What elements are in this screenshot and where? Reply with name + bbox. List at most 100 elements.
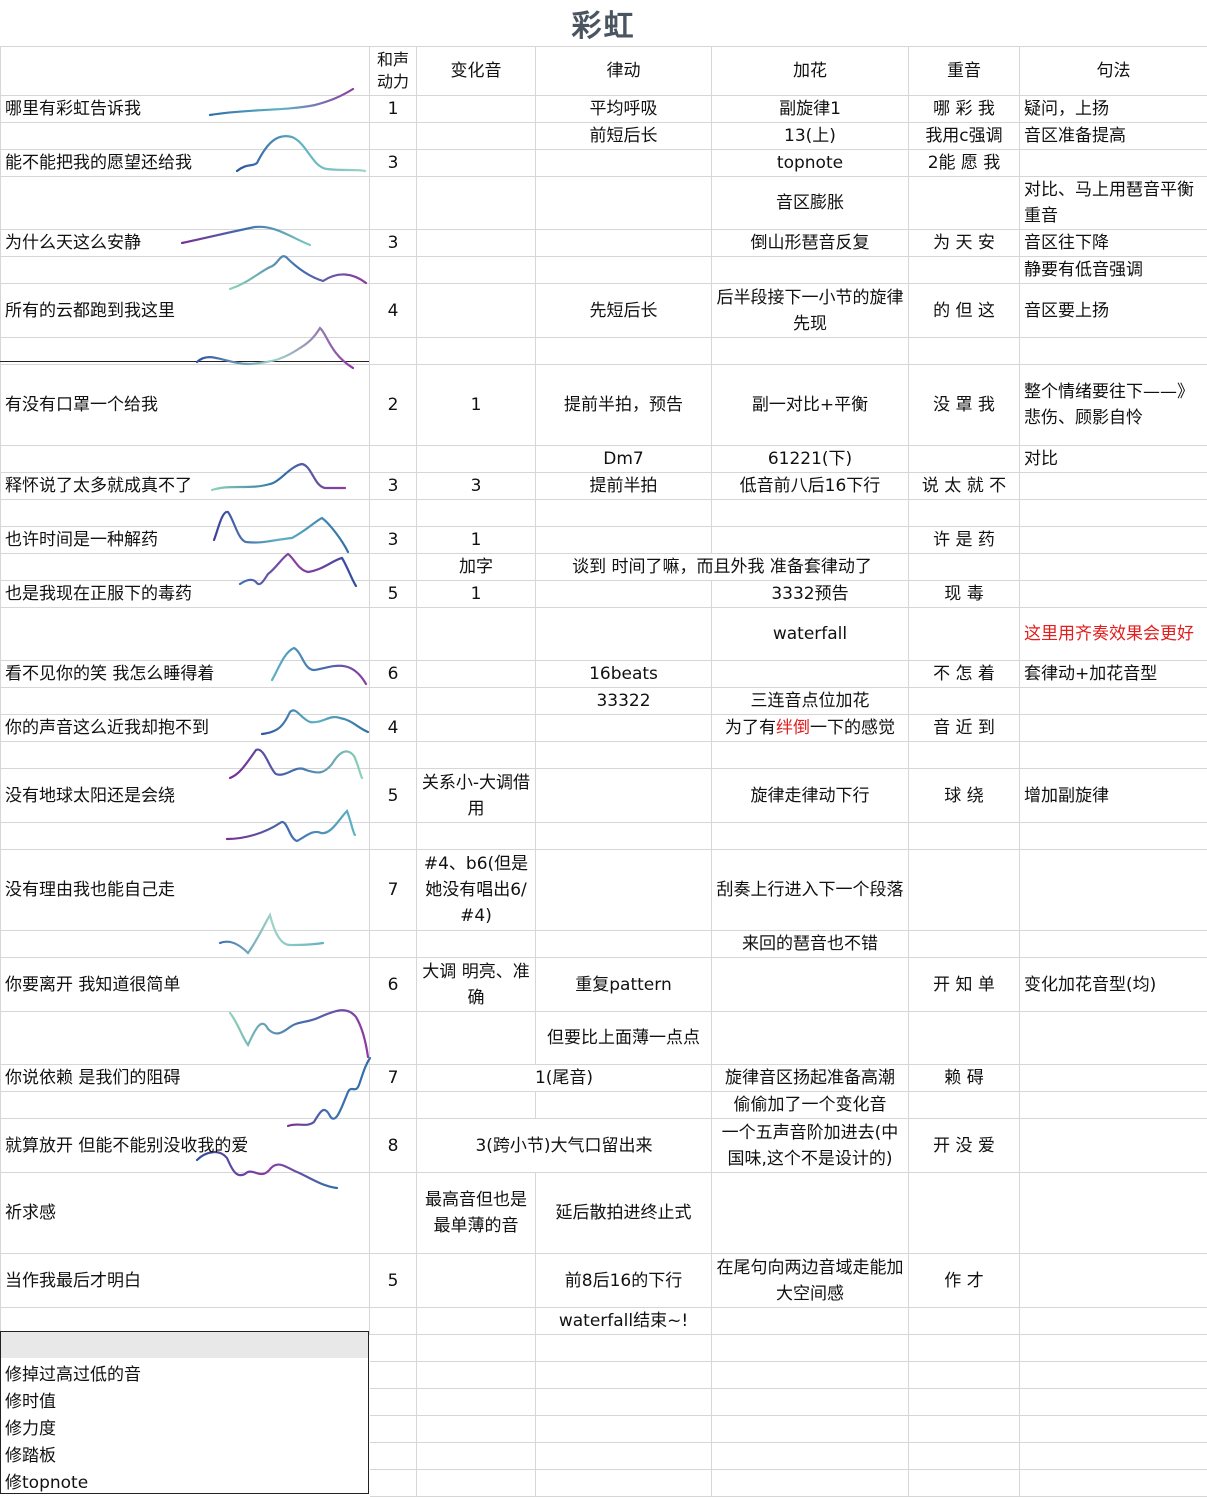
harmony-drive-cell	[370, 608, 417, 661]
accent-cell: 开 知 单	[909, 958, 1020, 1012]
rhythm-cell	[536, 608, 712, 661]
lyric-cell	[1, 742, 370, 769]
harmony-drive-cell: 3	[370, 527, 417, 554]
accent-cell: 作 才	[909, 1254, 1020, 1308]
chromatic-cell	[417, 96, 536, 123]
chromatic-cell	[417, 257, 536, 284]
lyric-text: 当作我最后才明白	[5, 1271, 141, 1291]
phrasing-cell	[1020, 150, 1207, 177]
harmony-drive-cell	[370, 1012, 417, 1065]
lyric-cell: 释怀说了太多就成真不了	[1, 473, 370, 500]
fill-cell: topnote	[712, 150, 909, 177]
harmony-drive-cell	[370, 931, 417, 958]
accent-cell: 说 太 就 不	[909, 473, 1020, 500]
accent-cell: 许 是 药	[909, 527, 1020, 554]
empty-cell	[536, 1443, 712, 1470]
rhythm-cell	[536, 150, 712, 177]
fill-cell: 为了有绊倒一下的感觉	[712, 715, 909, 742]
header-lyric	[1, 47, 370, 96]
lyric-cell	[1, 257, 370, 284]
phrasing-cell	[1020, 823, 1207, 850]
phrasing-cell: 静要有低音强调	[1020, 257, 1207, 284]
lyric-text: 没有理由我也能自己走	[5, 880, 175, 900]
harmony-drive-cell: 7	[370, 1065, 417, 1092]
phrasing-cell: 音区准备提高	[1020, 123, 1207, 150]
table-row: 为什么天这么安静3倒山形琶音反复为 天 安音区往下降	[1, 230, 1207, 257]
phrasing-cell	[1020, 338, 1207, 365]
empty-cell	[536, 1389, 712, 1416]
empty-cell	[1020, 1443, 1207, 1470]
empty-cell	[712, 1416, 909, 1443]
lyric-cell: 有没有口罩一个给我	[1, 365, 370, 446]
rhythm-cell: 先短后长	[536, 284, 712, 338]
lyric-cell: 也是我现在正服下的毒药	[1, 581, 370, 608]
phrasing-cell: 这里用齐奏效果会更好	[1020, 608, 1207, 661]
fill-cell: 13(上)	[712, 123, 909, 150]
table-row: 但要比上面薄一点点	[1, 1012, 1207, 1065]
lyric-cell: 没有理由我也能自己走	[1, 850, 370, 931]
table-row: 也是我现在正服下的毒药513332预告现 毒	[1, 581, 1207, 608]
chromatic-cell: #4、b6(但是她没有唱出6/#4)	[417, 850, 536, 931]
table-row: 所有的云都跑到我这里4先短后长后半段接下一小节的旋律先现的 但 这音区要上扬	[1, 284, 1207, 338]
lyric-text: 释怀说了太多就成真不了	[5, 476, 192, 496]
chromatic-cell	[417, 688, 536, 715]
rhythm-cell	[536, 769, 712, 823]
rhythm-cell	[536, 742, 712, 769]
rhythm-cell	[536, 257, 712, 284]
merged-rhythm-fill-cell: 谈到 时间了嘛，而且外我 准备套律动了	[536, 554, 909, 581]
accent-cell: 为 天 安	[909, 230, 1020, 257]
lyric-text: 没有地球太阳还是会绕	[5, 786, 175, 806]
harmony-drive-cell	[370, 1092, 417, 1119]
harmony-drive-cell	[370, 446, 417, 473]
empty-cell	[1020, 1470, 1207, 1497]
fill-cell: 后半段接下一小节的旋律先现	[712, 284, 909, 338]
lyric-cell	[1, 1092, 370, 1119]
table-row: 哪里有彩虹告诉我1平均呼吸副旋律1哪 彩 我疑问，上扬	[1, 96, 1207, 123]
harmony-drive-cell: 3	[370, 473, 417, 500]
chromatic-cell: 加字	[417, 554, 536, 581]
accent-cell: 开 没 爱	[909, 1119, 1020, 1173]
empty-cell	[909, 1389, 1020, 1416]
chromatic-cell	[417, 1092, 536, 1119]
fill-cell: 来回的琶音也不错	[712, 931, 909, 958]
phrasing-cell	[1020, 1254, 1207, 1308]
empty-cell	[712, 1470, 909, 1497]
rhythm-cell: 提前半拍，预告	[536, 365, 712, 446]
empty-cell	[909, 1416, 1020, 1443]
lyric-text: 也许时间是一种解药	[5, 530, 158, 550]
header-rhythm: 律动	[536, 47, 712, 96]
phrasing-cell	[1020, 1012, 1207, 1065]
lyric-cell	[1, 823, 370, 850]
phrasing-cell	[1020, 473, 1207, 500]
harmony-drive-cell: 4	[370, 715, 417, 742]
lyric-text: 祈求感	[5, 1203, 56, 1223]
accent-cell	[909, 338, 1020, 365]
accent-cell: 的 但 这	[909, 284, 1020, 338]
lyric-cell: 所有的云都跑到我这里	[1, 284, 370, 338]
chromatic-cell	[417, 931, 536, 958]
lyric-cell: 没有地球太阳还是会绕	[1, 769, 370, 823]
rhythm-cell	[536, 527, 712, 554]
fill-cell: 61221(下)	[712, 446, 909, 473]
accent-cell	[909, 1308, 1020, 1335]
harmony-drive-cell	[370, 1173, 417, 1254]
empty-cell	[712, 1335, 909, 1362]
accent-cell: 现 毒	[909, 581, 1020, 608]
harmony-drive-cell: 4	[370, 284, 417, 338]
empty-cell	[712, 1443, 909, 1470]
lyric-cell: 看不见你的笑 我怎么睡得着	[1, 661, 370, 688]
harmony-drive-cell: 8	[370, 1119, 417, 1173]
accent-cell	[909, 500, 1020, 527]
phrasing-cell	[1020, 1173, 1207, 1254]
empty-cell	[909, 1470, 1020, 1497]
fill-highlight-text: 绊倒	[776, 718, 810, 738]
lyric-text: 看不见你的笑 我怎么睡得着	[5, 664, 214, 684]
empty-cell	[712, 1389, 909, 1416]
table-row: 你的声音这么近我却抱不到4为了有绊倒一下的感觉音 近 到	[1, 715, 1207, 742]
empty-cell	[417, 1443, 536, 1470]
empty-cell	[370, 1362, 417, 1389]
phrasing-cell	[1020, 1308, 1207, 1335]
lyric-cell	[1, 688, 370, 715]
harmony-drive-cell: 1	[370, 96, 417, 123]
lyric-cell	[1, 446, 370, 473]
